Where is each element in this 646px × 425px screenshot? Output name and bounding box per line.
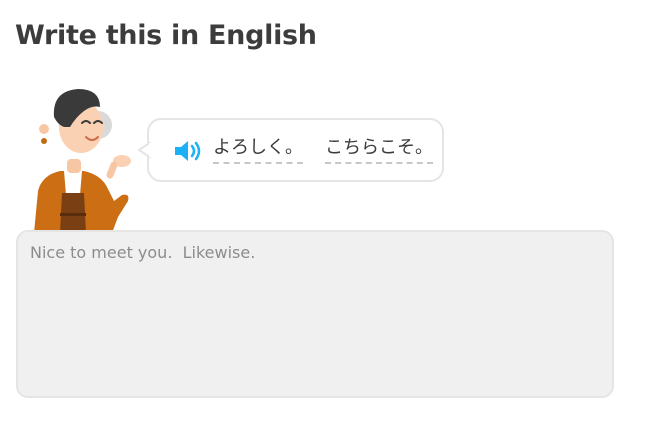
prompt-token[interactable]: よろしく。 [213,137,303,164]
speaker-icon[interactable] [173,139,203,163]
prompt-token[interactable]: こちらこそ。 [325,137,433,164]
prompt-phrase: よろしく。 こちらこそ。 [213,137,433,164]
character-illustration [34,89,131,233]
page-title: Write this in English [15,20,317,51]
answer-input[interactable]: Nice to meet you. Likewise. [16,230,614,398]
speech-bubble-tail [138,142,151,158]
speech-bubble: よろしく。 こちらこそ。 [147,118,444,182]
